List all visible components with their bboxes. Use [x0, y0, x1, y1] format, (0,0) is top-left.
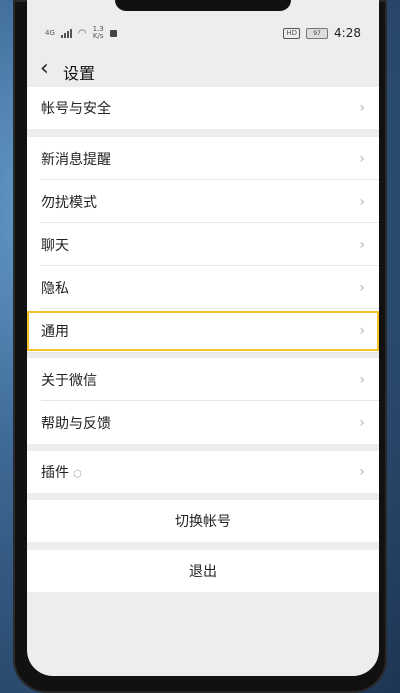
chevron-left-icon[interactable]: ‹ — [40, 58, 49, 80]
setting-label: 插件 ⬡ — [41, 462, 82, 482]
setting-label: 隐私 — [41, 280, 69, 297]
chevron-right-icon: › — [359, 464, 365, 480]
chevron-right-icon: › — [359, 414, 365, 431]
chevron-right-icon: › — [359, 100, 365, 116]
setting-label: 帮助与反馈 — [41, 415, 111, 432]
setting-about[interactable]: 关于微信 › — [27, 358, 379, 401]
setting-chat[interactable]: 聊天 › — [27, 223, 379, 266]
setting-plugins[interactable]: 插件 ⬡ › — [27, 451, 379, 493]
setting-label: 勿扰模式 — [41, 194, 97, 211]
hd-badge: HD — [283, 27, 301, 39]
chevron-right-icon: › — [359, 279, 365, 296]
setting-label: 关于微信 — [41, 372, 97, 389]
chevron-right-icon: › — [359, 150, 365, 167]
battery-icon: 97 — [306, 27, 329, 39]
clock: 4:28 — [334, 26, 361, 40]
network-speed: 1.3 K/s — [93, 26, 104, 40]
header: ‹ 设置 — [27, 50, 379, 90]
shield-icon: ⬡ — [73, 469, 82, 480]
phone-screen: 4G ◠ 1.3 K/s HD 97 4:28 ‹ 设置 帐号与安全 › 新消息… — [27, 0, 379, 676]
switch-account-label: 切换帐号 — [175, 514, 231, 530]
logout-button[interactable]: 退出 — [27, 550, 379, 592]
status-right: HD 97 4:28 — [283, 26, 361, 40]
status-left: 4G ◠ 1.3 K/s — [45, 26, 117, 40]
setting-do-not-disturb[interactable]: 勿扰模式 › — [27, 180, 379, 223]
network-speed-unit: K/s — [92, 32, 104, 40]
chevron-right-icon: › — [359, 236, 365, 253]
logout-label: 退出 — [189, 564, 217, 580]
plugins-label: 插件 — [41, 465, 69, 481]
network-label: 4G — [45, 29, 55, 37]
screen-record-icon — [109, 29, 117, 37]
page-title: 设置 — [63, 64, 96, 83]
setting-general[interactable]: 通用 › — [27, 309, 379, 352]
divider — [27, 352, 379, 353]
setting-account-security[interactable]: 帐号与安全 › — [27, 87, 379, 129]
setting-privacy[interactable]: 隐私 › — [27, 266, 379, 309]
setting-label: 新消息提醒 — [41, 151, 111, 168]
setting-help-feedback[interactable]: 帮助与反馈 › — [27, 401, 379, 444]
setting-label: 聊天 — [41, 237, 69, 254]
setting-label: 通用 — [41, 323, 69, 340]
switch-account-button[interactable]: 切换帐号 — [27, 500, 379, 542]
status-bar: 4G ◠ 1.3 K/s HD 97 4:28 — [27, 22, 379, 50]
camera-notch — [115, 0, 291, 11]
chevron-right-icon: › — [359, 322, 365, 339]
chevron-right-icon: › — [359, 193, 365, 210]
setting-label: 帐号与安全 — [41, 101, 111, 117]
signal-icon — [60, 28, 72, 38]
setting-new-message[interactable]: 新消息提醒 › — [27, 137, 379, 180]
wifi-icon: ◠ — [77, 27, 87, 39]
chevron-right-icon: › — [359, 371, 365, 388]
